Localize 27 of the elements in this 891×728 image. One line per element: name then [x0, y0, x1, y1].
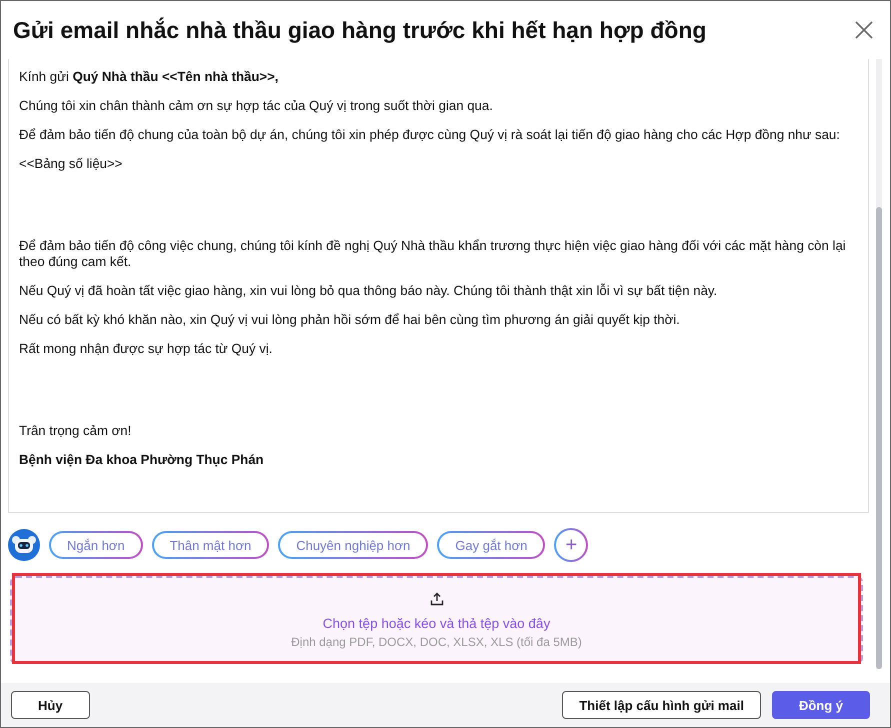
file-drop-zone[interactable]: Chọn tệp hoặc kéo và thả tệp vào đây Định dạng PDF, DOCX, DOC, XLSX, XLS (tối đa 5MB)	[10, 576, 863, 664]
email-paragraph: <<Bảng số liệu>>	[19, 156, 124, 172]
email-paragraph: Rất mong nhận được sự hợp tác từ Quý vị.	[19, 341, 274, 357]
email-editor[interactable]	[8, 59, 869, 513]
email-paragraph: Trân trọng cảm ơn!	[19, 423, 132, 439]
upload-prompt: Chọn tệp hoặc kéo và thả tệp vào đây	[322, 616, 550, 630]
footer-button[interactable]: Đồng ý	[772, 691, 870, 719]
email-paragraph: Nếu có bất kỳ khó khăn nào, xin Quý vị vui lòng phản hồi sớm để hai bên cùng tìm phương án giải quyết kịp thời.	[19, 312, 681, 328]
footer-button[interactable]: Hủy	[11, 691, 90, 719]
email-paragraph: Kính gửi Quý Nhà thầu <<Tên nhà thầu>>,	[19, 69, 280, 85]
email-paragraph: Để đảm bảo tiến độ chung của toàn bộ dự án, chúng tôi xin phép được cùng Quý vị rà soát lại tiến độ giao hàng cho các Hợp đồng như sau:	[19, 127, 841, 143]
email-paragraph: Nếu Quý vị đã hoàn tất việc giao hàng, xin vui lòng bỏ qua thông báo này. Chúng tôi thành thật xin lỗi vì sự bất tiện này.	[19, 283, 718, 299]
footer-button[interactable]: Thiết lập cấu hình gửi mail	[562, 691, 761, 719]
dialog-title: Gửi email nhắc nhà thầu giao hàng trước khi hết hạn hợp đồng	[13, 16, 706, 44]
scrollbar[interactable]	[876, 59, 882, 669]
email-paragraph: Để đảm bảo tiến độ công việc chung, chúng tôi kính đề nghị Quý Nhà thầu khẩn trương thực hiện việc giao hàng đối với các mặt hàng còn lại theo đúng cam kết.	[19, 238, 847, 270]
add-chip-button[interactable]: +	[554, 528, 588, 562]
upload-hint: Định dạng PDF, DOCX, DOC, XLSX, XLS (tối đa 5MB)	[291, 634, 582, 648]
email-paragraph: Bệnh viện Đa khoa Phường Thục Phán	[19, 452, 265, 468]
tone-chip[interactable]: Gay gắt hơn	[437, 531, 546, 559]
robot-icon	[8, 529, 40, 561]
tone-chip[interactable]: Ngắn hơn	[49, 531, 143, 559]
email-paragraph: Chúng tôi xin chân thành cảm ơn sự hợp tác của Quý vị trong suốt thời gian qua.	[19, 98, 494, 114]
tone-chip[interactable]: Chuyên nghiệp hơn	[278, 531, 428, 559]
upload-icon	[430, 592, 444, 606]
tone-chip[interactable]: Thân mật hơn	[152, 531, 270, 559]
close-icon[interactable]	[854, 20, 874, 40]
